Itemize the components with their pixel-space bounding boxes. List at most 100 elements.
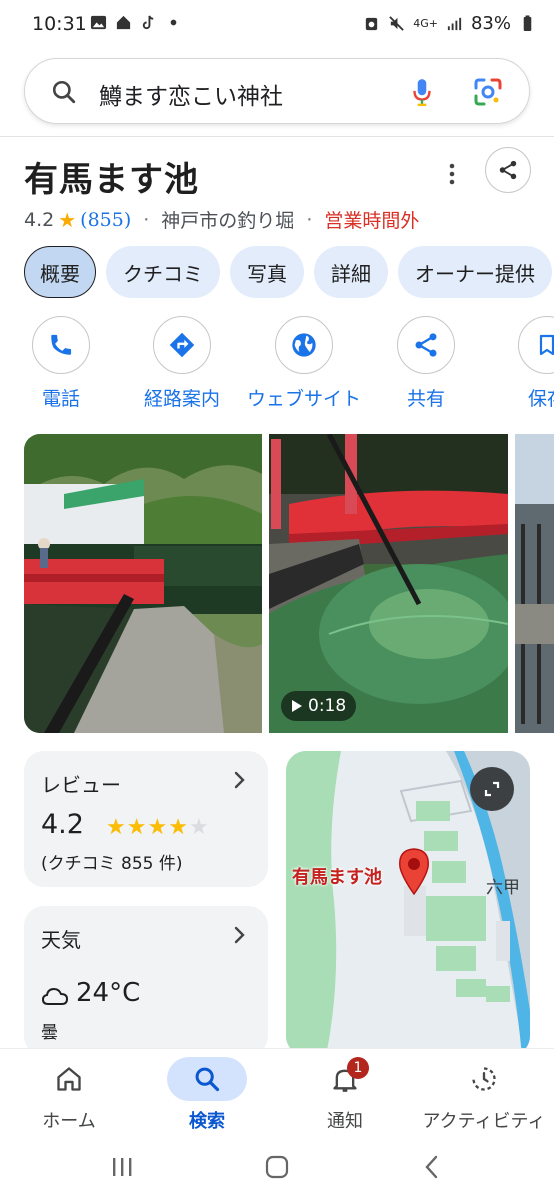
more-options-icon[interactable] [440, 160, 464, 188]
nav-active-pill [167, 1057, 247, 1101]
tab-reviews[interactable]: クチコミ [106, 246, 220, 298]
alarm-icon [366, 17, 378, 31]
action-label: 経路案内 [143, 388, 220, 410]
gallery-icon [90, 15, 107, 30]
tiktok-icon [142, 15, 154, 30]
mute-icon [389, 16, 405, 31]
tab-details[interactable]: 詳細 [314, 246, 388, 298]
save-button[interactable]: 保存 [486, 316, 554, 411]
separator: · [143, 208, 150, 231]
share-icon [415, 333, 437, 357]
star-icon: ★ [147, 815, 169, 840]
open-status: 営業時間外 [324, 210, 420, 232]
nav-label: 検索 [189, 1111, 225, 1132]
tab-owner-provided[interactable]: オーナー提供 [398, 246, 552, 298]
rating-value: 4.2 [24, 208, 55, 231]
tab-photos[interactable]: 写真 [230, 246, 304, 298]
nav-activity[interactable]: アクティビティ [416, 1057, 552, 1133]
place-video[interactable]: 0:18 [269, 434, 508, 733]
system-navigation-bar [0, 1138, 554, 1200]
place-category: 神戸市の釣り堀 [161, 210, 295, 232]
place-meta: 4.2 ★ (855) · 神戸市の釣り堀 · 営業時間外 [24, 206, 419, 233]
separator: · [306, 208, 313, 231]
bottom-navigation: ホーム 検索 1 通知 アクティビティ [0, 1048, 554, 1138]
network-type: 4G+ [413, 16, 438, 30]
tab-overview[interactable]: 概要 [24, 246, 96, 298]
review-card-title: レビュー [41, 773, 121, 797]
nav-notifications[interactable]: 1 通知 [286, 1057, 404, 1133]
share-action-button[interactable]: 共有 [365, 316, 487, 411]
notification-badge: 1 [347, 1057, 369, 1079]
home-status-icon [116, 15, 131, 30]
map-preview[interactable]: 有馬ます池 六甲 [286, 751, 530, 1056]
nav-home[interactable]: ホーム [10, 1057, 128, 1133]
call-button[interactable]: 電話 [0, 316, 122, 411]
action-label: 保存 [527, 388, 554, 410]
play-icon [292, 700, 302, 712]
signal-icon [447, 17, 462, 31]
expand-icon [484, 781, 500, 797]
place-photo-1[interactable] [24, 434, 262, 733]
review-count: (クチコミ 855 件) [41, 854, 183, 874]
bookmark-icon [539, 334, 554, 356]
video-thumbnail [269, 434, 508, 733]
dot-icon [170, 19, 177, 26]
star-icon: ★ [58, 207, 77, 232]
home-button-icon[interactable] [264, 1154, 290, 1180]
star-empty-icon: ★ [188, 815, 210, 840]
share-icon [499, 160, 517, 180]
website-button[interactable]: ウェブサイト [243, 316, 365, 411]
nav-label: 通知 [327, 1111, 363, 1132]
review-count-link[interactable]: (855) [80, 209, 131, 231]
directions-icon [169, 332, 195, 358]
status-bar: 10:31 4G+ 83% [0, 0, 554, 52]
weather-card[interactable]: 天気 24°C 曇 [24, 906, 268, 1056]
cloud-icon [41, 987, 69, 1005]
partial-photo [515, 434, 554, 733]
star-icon: ★ [106, 815, 127, 840]
header-divider [0, 136, 554, 137]
recent-apps-icon[interactable] [110, 1156, 134, 1178]
globe-icon [292, 333, 316, 357]
action-row: 電話 経路案内 ウェブサイト 共有 保存 [0, 316, 554, 416]
google-lens-icon[interactable] [473, 77, 503, 107]
search-bar[interactable]: 鱒ます恋こい神社 [24, 58, 530, 124]
share-button[interactable] [485, 147, 531, 193]
action-label: ウェブサイト [246, 388, 361, 410]
mic-icon[interactable] [409, 77, 435, 107]
nav-label: アクティビティ [422, 1111, 546, 1132]
nav-label: ホーム [42, 1111, 96, 1132]
action-label: 電話 [41, 388, 80, 410]
map-pin-icon [399, 848, 429, 895]
chevron-right-icon [234, 771, 245, 789]
phone-icon [51, 334, 72, 355]
battery-icon [523, 15, 532, 32]
search-icon [195, 1067, 220, 1092]
expand-map-button[interactable] [470, 767, 514, 811]
chevron-right-icon [234, 926, 245, 944]
weather-temperature: 24°C [76, 978, 141, 1008]
weather-card-title: 天気 [41, 928, 81, 952]
status-time: 10:31 [32, 13, 87, 35]
video-duration: 0:18 [308, 696, 347, 716]
map-place-label: 有馬ます池 [292, 867, 382, 888]
place-title: 有馬ます池 [24, 160, 199, 200]
weather-condition: 曇 [41, 1023, 58, 1043]
search-input[interactable]: 鱒ます恋こい神社 [99, 77, 283, 111]
section-tabs: 概要 クチコミ 写真 詳細 オーナー提供 [24, 246, 552, 298]
battery-percent: 83% [470, 13, 511, 34]
video-duration-badge: 0:18 [281, 691, 357, 721]
pond-photo [24, 434, 262, 733]
map-road-label: 六甲 [486, 878, 520, 898]
review-score: 4.2 [41, 809, 84, 840]
home-icon [57, 1067, 81, 1091]
nav-search[interactable]: 検索 [148, 1057, 266, 1133]
star-rating: ★★★★★ [106, 815, 210, 840]
star-icon: ★ [126, 815, 148, 840]
place-photo-3[interactable] [515, 434, 554, 733]
directions-button[interactable]: 経路案内 [121, 316, 243, 411]
star-icon: ★ [168, 815, 189, 840]
review-card[interactable]: レビュー 4.2 ★★★★★ (クチコミ 855 件) [24, 751, 268, 887]
back-icon[interactable] [422, 1154, 442, 1180]
search-icon [52, 80, 76, 104]
